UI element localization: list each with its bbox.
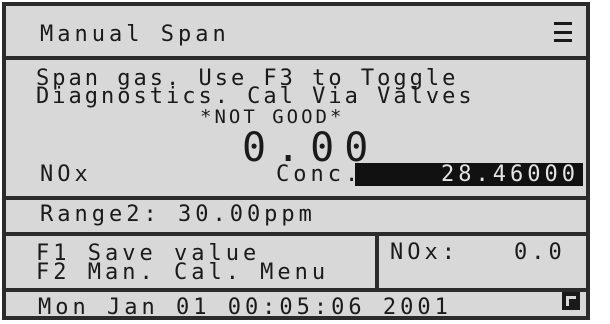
instrument-display: Manual Span Span gas. Use F3 to Toggle D…: [2, 2, 590, 320]
screen-title: Manual Span: [40, 22, 230, 47]
footer-divider: [6, 288, 586, 292]
f2-manual-cal-menu-key[interactable]: F2 Man. Cal. Menu: [36, 262, 329, 284]
range-divider: [6, 232, 586, 236]
function-divider: [375, 232, 379, 288]
side-reading-value: 0.0: [514, 240, 566, 265]
reading-divider: [6, 196, 586, 200]
side-reading-label: NOx:: [390, 240, 459, 265]
list-icon[interactable]: [554, 22, 572, 42]
range-text: Range2: 30.00ppm: [40, 202, 316, 227]
instruction-line-2: Diagnostics. Cal Via Valves: [36, 84, 475, 109]
status-datetime: Mon Jan 01 00:05:06 2001: [38, 295, 452, 320]
lock-icon: [562, 292, 580, 310]
gas-label: NOx: [40, 162, 92, 187]
concentration-input[interactable]: 28.46000: [355, 163, 583, 186]
header-divider: [6, 56, 586, 60]
